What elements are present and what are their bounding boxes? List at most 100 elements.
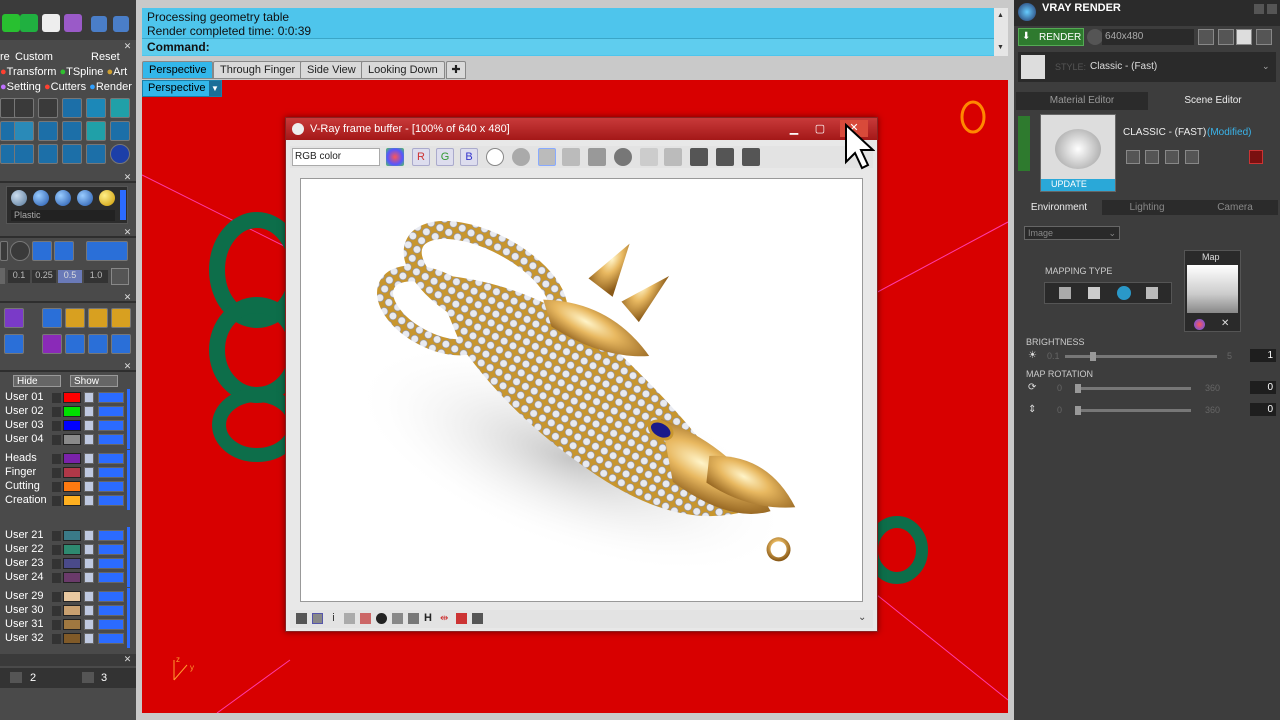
close-icon[interactable]: ✕ bbox=[123, 655, 132, 664]
layer-visibility-toggle[interactable] bbox=[98, 495, 124, 506]
layer-color-swatch[interactable] bbox=[63, 481, 81, 492]
grid-icon[interactable] bbox=[111, 268, 129, 285]
page-prev-icon[interactable] bbox=[10, 672, 22, 683]
layer-row[interactable]: User 01 bbox=[0, 391, 130, 405]
layer-expand-icon[interactable] bbox=[52, 634, 61, 644]
style-selector[interactable]: STYLE: Classic - (Fast) ⌄ bbox=[1018, 52, 1276, 82]
layer-visibility-toggle[interactable] bbox=[98, 420, 124, 431]
layer-row[interactable]: User 32 bbox=[0, 632, 130, 646]
layer-color-swatch[interactable] bbox=[63, 558, 81, 569]
lens-fx-icon[interactable] bbox=[472, 613, 483, 624]
expand-panel-icon[interactable] bbox=[1256, 29, 1272, 45]
layer-color-swatch[interactable] bbox=[63, 619, 81, 630]
layer-row[interactable]: Creation bbox=[0, 494, 130, 508]
menu-setting[interactable]: Setting bbox=[7, 81, 41, 93]
spike-tool-icon[interactable] bbox=[14, 144, 34, 164]
color-icon[interactable] bbox=[1194, 319, 1205, 330]
brightness-value[interactable]: 1 bbox=[1250, 349, 1276, 362]
preset-expand-icon[interactable] bbox=[1018, 116, 1030, 171]
layer-color-swatch[interactable] bbox=[63, 633, 81, 644]
rotation2-slider-thumb[interactable] bbox=[1075, 406, 1081, 415]
close-icon[interactable]: ✕ bbox=[123, 42, 132, 51]
tab-looking-down[interactable]: Looking Down bbox=[361, 61, 445, 79]
gem-icon[interactable] bbox=[4, 308, 24, 328]
reset-button[interactable]: Reset bbox=[91, 51, 120, 63]
layer-expand-icon[interactable] bbox=[52, 606, 61, 616]
layer-expand-icon[interactable] bbox=[52, 468, 61, 478]
preset-thumbnail[interactable]: UPDATE bbox=[1040, 114, 1116, 192]
layer-row[interactable]: User 31 bbox=[0, 618, 130, 632]
mesh-tool-icon[interactable] bbox=[14, 121, 34, 141]
brightness-slider[interactable] bbox=[1065, 355, 1217, 358]
remove-map-icon[interactable]: ✕ bbox=[1221, 318, 1229, 329]
layer-expand-icon[interactable] bbox=[52, 573, 61, 583]
tab-perspective[interactable]: Perspective bbox=[142, 61, 214, 79]
red-channel-button[interactable]: R bbox=[412, 148, 430, 166]
resolution-select[interactable]: 640x480 bbox=[1102, 29, 1194, 45]
document-icon[interactable] bbox=[4, 334, 24, 354]
layer-visibility-toggle[interactable] bbox=[98, 453, 124, 464]
layer-visibility-toggle[interactable] bbox=[98, 633, 124, 644]
menu-tspline[interactable]: TSpline bbox=[66, 66, 103, 78]
undo-icon[interactable] bbox=[91, 16, 107, 32]
layer-lock-icon[interactable] bbox=[84, 481, 94, 492]
delete-preset-icon[interactable] bbox=[1249, 150, 1263, 164]
layer-color-swatch[interactable] bbox=[63, 605, 81, 616]
snap-icon[interactable] bbox=[0, 241, 8, 261]
layer-lock-icon[interactable] bbox=[84, 591, 94, 602]
frame2-icon[interactable] bbox=[88, 308, 108, 328]
save-tool-icon[interactable] bbox=[110, 121, 130, 141]
layer-color-swatch[interactable] bbox=[63, 392, 81, 403]
compare-icon[interactable]: ⇹ bbox=[440, 613, 451, 624]
info-icon[interactable]: i bbox=[328, 613, 339, 624]
layer-lock-icon[interactable] bbox=[84, 406, 94, 417]
add-tab-icon[interactable]: ✚ bbox=[446, 61, 466, 79]
layer-visibility-toggle[interactable] bbox=[98, 434, 124, 445]
layer-color-swatch[interactable] bbox=[63, 591, 81, 602]
move-icon[interactable] bbox=[88, 334, 108, 354]
layer-visibility-toggle[interactable] bbox=[98, 467, 124, 478]
layer-lock-icon[interactable] bbox=[84, 467, 94, 478]
snap-line-icon[interactable] bbox=[54, 241, 74, 261]
layer-row[interactable]: User 30 bbox=[0, 604, 130, 618]
vfb-titlebar[interactable]: V-Ray frame buffer - [100% of 640 x 480]… bbox=[286, 118, 877, 140]
globe-tool-icon[interactable] bbox=[86, 121, 106, 141]
layer-color-swatch[interactable] bbox=[63, 495, 81, 506]
snap-value-2[interactable]: 0.25 bbox=[32, 270, 56, 283]
snap-wide-icon[interactable] bbox=[86, 241, 128, 261]
color-channels-icon[interactable] bbox=[386, 148, 404, 166]
chevron-down-icon[interactable]: ⌄ bbox=[1262, 61, 1270, 72]
layer-expand-icon[interactable] bbox=[52, 545, 61, 555]
layer-lock-icon[interactable] bbox=[84, 572, 94, 583]
list-icon[interactable] bbox=[1236, 29, 1252, 45]
layer-lock-icon[interactable] bbox=[84, 495, 94, 506]
show-button[interactable]: Show bbox=[70, 375, 118, 387]
close-icon[interactable] bbox=[1267, 4, 1277, 14]
correction-icon[interactable] bbox=[312, 613, 323, 624]
planar-mapping-icon[interactable] bbox=[1059, 287, 1071, 299]
tab-environment[interactable]: Environment bbox=[1016, 200, 1102, 215]
layer-color-swatch[interactable] bbox=[63, 434, 81, 445]
tab-camera[interactable]: Camera bbox=[1192, 200, 1278, 215]
histogram-icon[interactable]: H bbox=[424, 613, 435, 624]
render-region-icon[interactable] bbox=[716, 148, 734, 166]
hide-button[interactable]: Hide bbox=[13, 375, 61, 387]
blue-channel-button[interactable]: B bbox=[460, 148, 478, 166]
page-num-2[interactable]: 2 bbox=[30, 672, 36, 684]
layer-lock-icon[interactable] bbox=[84, 633, 94, 644]
layer-lock-icon[interactable] bbox=[84, 605, 94, 616]
material-select[interactable]: Plastic bbox=[11, 210, 115, 221]
scissors-tool-icon[interactable] bbox=[86, 144, 106, 164]
material-ball-icon[interactable] bbox=[55, 190, 71, 206]
layer-lock-icon[interactable] bbox=[84, 530, 94, 541]
track-mouse-icon[interactable] bbox=[640, 148, 658, 166]
new-preset-icon[interactable] bbox=[1165, 150, 1179, 164]
cube-tool-icon[interactable] bbox=[38, 121, 58, 141]
tab-through-finger[interactable]: Through Finger bbox=[213, 61, 303, 79]
page-num-3[interactable]: 3 bbox=[101, 672, 107, 684]
layer-row[interactable]: User 23 bbox=[0, 557, 130, 571]
layer-color-swatch[interactable] bbox=[63, 467, 81, 478]
material-ball-icon[interactable] bbox=[11, 190, 27, 206]
rotation1-slider[interactable] bbox=[1075, 387, 1191, 390]
maximize-icon[interactable]: ▢ bbox=[812, 122, 828, 136]
